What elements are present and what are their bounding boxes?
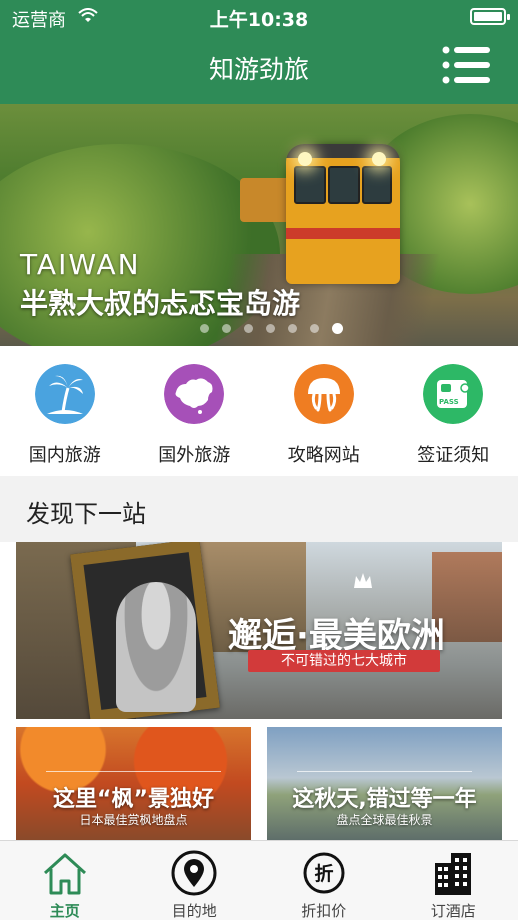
tab-destination[interactable]: 目的地 [130, 841, 260, 920]
card-autumn-global[interactable]: 这秋天,错过等一年 盘点全球最佳秋景 [267, 727, 502, 840]
carousel-dot[interactable] [310, 324, 319, 333]
discount-icon: 折 [303, 852, 345, 894]
card-subtitle: 日本最佳赏枫地盘点 [79, 813, 188, 827]
category-overseas-travel[interactable]: 国外旅游 [130, 346, 260, 476]
category-domestic-travel[interactable]: 国内旅游 [0, 346, 130, 476]
menu-list-icon[interactable] [442, 45, 492, 85]
banner-train-car [240, 178, 290, 222]
tab-hotel[interactable]: 订酒店 [389, 841, 518, 920]
top-bar: 运营商 上午10:38 知游劲旅 [0, 0, 518, 104]
train-window [362, 166, 392, 204]
home-icon [43, 853, 86, 895]
card-subtitle: 盘点全球最佳秋景 [336, 813, 433, 827]
passport-icon: PASS [423, 364, 484, 424]
card-divider [297, 771, 472, 772]
banner-train [286, 144, 400, 284]
feature-card-europe[interactable]: 邂逅·最美欧洲 不可错过的七大城市 [16, 542, 502, 719]
category-label: 签证须知 [417, 445, 490, 466]
location-pin-icon [171, 850, 217, 896]
page-title: 知游劲旅 [208, 55, 309, 84]
tab-discount[interactable]: 折 折扣价 [259, 841, 389, 920]
card-title: 这秋天,错过等一年 [292, 787, 477, 812]
battery-icon [470, 8, 510, 25]
tab-label: 订酒店 [430, 902, 476, 920]
tab-home[interactable]: 主页 [0, 841, 130, 920]
carousel-dot[interactable] [288, 324, 297, 333]
palm-tree-icon [34, 364, 95, 424]
carousel-dot[interactable] [222, 324, 231, 333]
category-label: 攻略网站 [287, 445, 360, 466]
carousel-dot[interactable] [332, 323, 343, 334]
train-window [294, 166, 326, 204]
tab-label: 目的地 [171, 902, 217, 920]
train-headlight [298, 152, 312, 166]
card-maple-japan[interactable]: 这里“枫”景独好 日本最佳赏枫地盘点 [16, 727, 251, 840]
tab-label: 主页 [49, 902, 80, 920]
category-visa-info[interactable]: PASS 签证须知 [389, 346, 518, 476]
train-window [328, 166, 360, 204]
section-title: 发现下一站 [26, 500, 146, 528]
category-label: 国内旅游 [28, 445, 101, 466]
banner-caption: 半熟大叔的忐忑宝岛游 [20, 287, 301, 320]
svg-text:PASS: PASS [439, 398, 459, 406]
category-label: 国外旅游 [158, 445, 231, 466]
feature-card-ribbon: 不可错过的七大城市 [248, 650, 440, 672]
category-guide-sites[interactable]: 攻略网站 [259, 346, 389, 476]
train-headlight [372, 152, 386, 166]
carousel-dot[interactable] [244, 324, 253, 333]
china-map-icon [164, 364, 225, 424]
category-row: 国内旅游 国外旅游 攻略网站 PASS 签证须知 [0, 346, 518, 476]
hotel-icon [435, 853, 472, 895]
tab-label: 折扣价 [301, 902, 347, 920]
statue-figure [116, 582, 196, 712]
crown-ornament-icon [354, 573, 372, 588]
carousel-dot[interactable] [266, 324, 275, 333]
card-divider [46, 771, 221, 772]
carousel-dots[interactable] [200, 323, 343, 334]
tab-bar: 主页 目的地 折 折扣价 订酒店 [0, 840, 518, 920]
banner-carousel[interactable]: TAIWAN 半熟大叔的忐忑宝岛游 [0, 104, 518, 346]
status-bar: 运营商 上午10:38 [0, 0, 518, 34]
status-time: 上午10:38 [209, 9, 309, 31]
banner-subtitle: TAIWAN [20, 248, 141, 281]
jellyfish-icon [293, 364, 354, 424]
svg-text:折: 折 [314, 863, 333, 885]
card-title: 这里“枫”景独好 [53, 787, 214, 812]
carousel-dot[interactable] [200, 324, 209, 333]
